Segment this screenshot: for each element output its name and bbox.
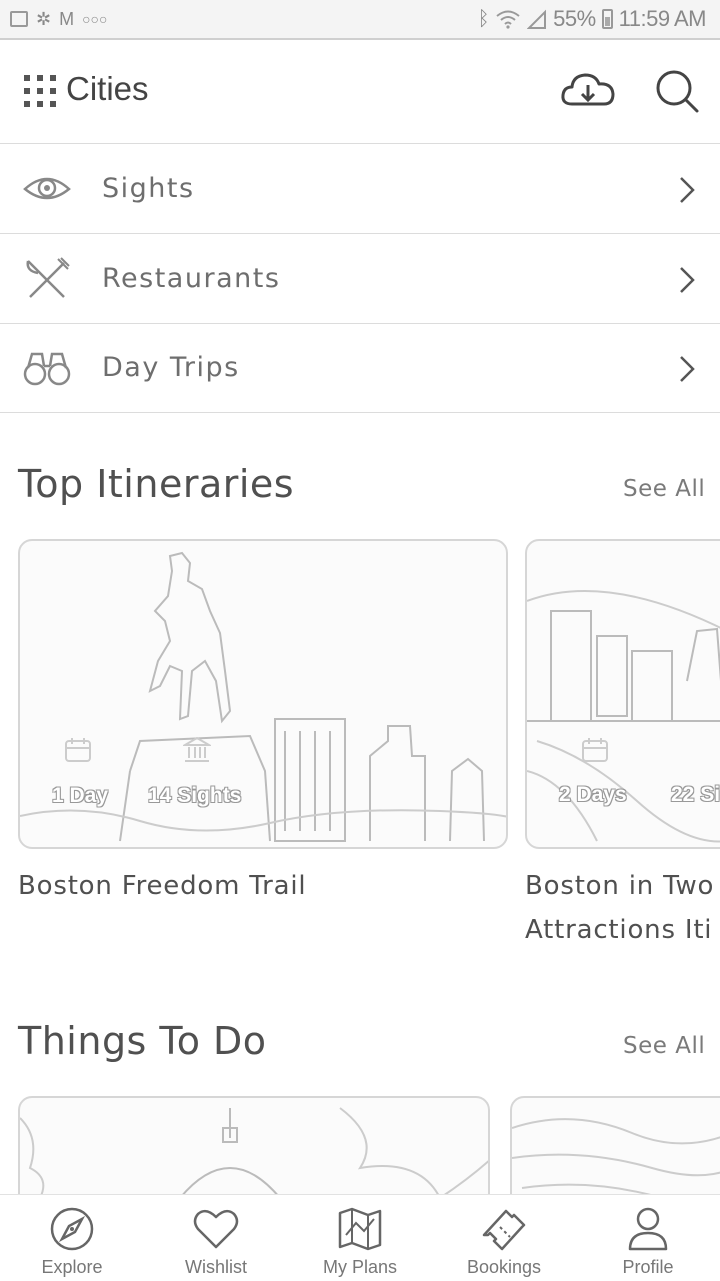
grid-menu-icon[interactable] [24, 75, 62, 107]
person-icon [628, 1207, 668, 1251]
landmark-icon [183, 737, 211, 762]
nav-label: Explore [41, 1257, 103, 1277]
nav-wishlist[interactable]: Wishlist [144, 1195, 288, 1281]
notification-icons: ✲ M ○○○ [10, 9, 107, 30]
pinwheel-icon: ✲ [36, 8, 52, 29]
eye-icon [23, 177, 71, 200]
wifi-icon [496, 10, 520, 29]
calendar-icon [65, 738, 91, 762]
chevron-right-icon [680, 177, 695, 203]
nav-explore[interactable]: Explore [0, 1195, 144, 1281]
nav-label: Bookings [466, 1257, 542, 1277]
gallery-icon [10, 11, 28, 27]
itinerary-card-title-line2[interactable]: Attractions Iti [525, 908, 712, 952]
menu-item-label: Sights [102, 173, 195, 204]
nav-label: Wishlist [185, 1257, 247, 1277]
menu-item-day-trips[interactable]: Day Trips [0, 324, 720, 413]
map-icon [338, 1207, 382, 1251]
chevron-right-icon [680, 356, 695, 382]
menu-item-label: Day Trips [102, 352, 240, 383]
menu-item-sights[interactable]: Sights [0, 145, 720, 234]
section-title-top-itineraries: Top Itineraries [18, 462, 295, 506]
sights-count-badge: 14 Sights [148, 784, 242, 807]
battery-icon [601, 9, 613, 29]
bottom-navigation: Explore Wishlist My Plans Bookings Profi… [0, 1194, 720, 1280]
chevron-right-icon [680, 267, 695, 293]
bluetooth-icon: ᛒ [477, 7, 490, 30]
nav-my-plans[interactable]: My Plans [288, 1195, 432, 1281]
search-icon[interactable] [654, 68, 700, 114]
battery-percent: 55% [553, 6, 596, 31]
cloud-download-icon[interactable] [560, 68, 616, 112]
gmail-icon: M [59, 8, 75, 29]
nav-profile[interactable]: Profile [576, 1195, 720, 1281]
more-icon: ○○○ [82, 11, 108, 27]
sights-count-badge: 22 Si [671, 783, 720, 806]
section-title-things-to-do: Things To Do [18, 1019, 267, 1063]
app-header: Cities [0, 42, 720, 144]
itinerary-card-title[interactable]: Boston in Two [525, 864, 714, 908]
see-all-things-link[interactable]: See All [623, 1033, 705, 1059]
menu-item-restaurants[interactable]: Restaurants [0, 235, 720, 324]
nav-label: Profile [622, 1257, 674, 1277]
ticket-icon [482, 1209, 526, 1251]
itinerary-card-2[interactable]: 2 Days 22 Si [525, 539, 720, 849]
fork-knife-icon [26, 257, 70, 298]
calendar-icon [582, 738, 608, 762]
page-title[interactable]: Cities [66, 70, 149, 108]
duration-badge: 2 Days [559, 783, 627, 806]
itinerary-card-title[interactable]: Boston Freedom Trail [18, 864, 306, 908]
menu-item-label: Restaurants [102, 263, 281, 294]
signal-icon [527, 9, 547, 29]
heart-icon [193, 1209, 239, 1249]
compass-icon [50, 1207, 94, 1251]
see-all-itineraries-link[interactable]: See All [623, 476, 705, 502]
system-status: ᛒ 55% 11:59 AM [477, 6, 707, 32]
itinerary-card-1[interactable]: 1 Day 14 Sights [18, 539, 508, 849]
nav-label: My Plans [322, 1257, 398, 1277]
clock: 11:59 AM [618, 6, 707, 31]
status-bar: ✲ M ○○○ ᛒ 55% 11:59 AM [0, 0, 720, 40]
nav-bookings[interactable]: Bookings [432, 1195, 576, 1281]
binoculars-icon [23, 352, 71, 386]
duration-badge: 1 Day [52, 784, 109, 807]
